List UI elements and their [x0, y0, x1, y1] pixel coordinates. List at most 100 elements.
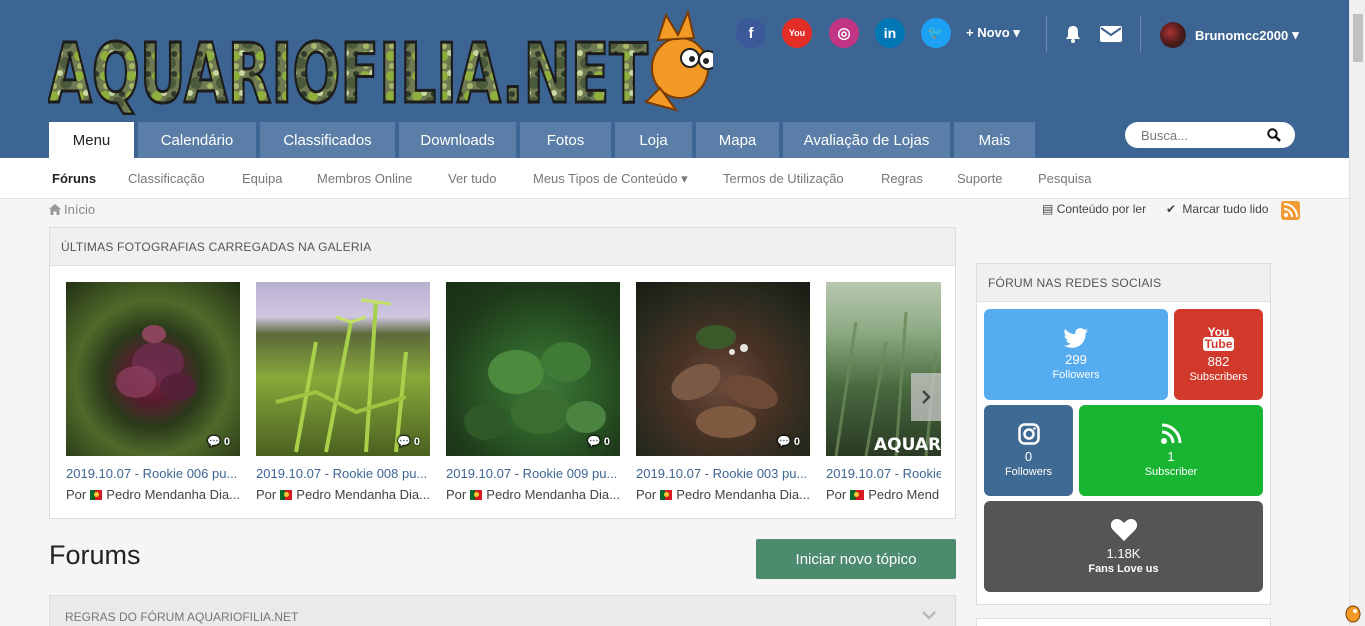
- portugal-flag-icon: [470, 489, 483, 500]
- gallery-item[interactable]: 💬 0 2019.10.07 - Rookie 006 pu... Por Ped…: [66, 282, 240, 502]
- tab-mais[interactable]: Mais: [954, 122, 1035, 158]
- photo-thumbnail[interactable]: 💬 0: [256, 282, 430, 456]
- subnav-termos[interactable]: Termos de Utilização: [723, 171, 844, 186]
- twitter-icon: [1064, 328, 1088, 348]
- comment-count: 💬 0: [587, 436, 610, 448]
- gallery-widget: ÚLTIMAS FOTOGRAFIAS CARREGADAS NA GALERI…: [49, 227, 956, 519]
- rss-count: 1: [1167, 449, 1175, 464]
- notifications-bell-icon[interactable]: [1063, 24, 1083, 49]
- rss-feed-icon[interactable]: [1281, 201, 1300, 220]
- tab-fotos[interactable]: Fotos: [520, 122, 611, 158]
- twitter-icon[interactable]: 🐦: [921, 18, 951, 48]
- main-nav: Menu Calendário Classificados Downloads …: [49, 122, 1039, 158]
- author-link[interactable]: Pedro Mendanha Dia...: [106, 487, 240, 502]
- unread-content-label: Conteúdo por ler: [1056, 202, 1147, 216]
- tab-downloads[interactable]: Downloads: [399, 122, 516, 158]
- search-icon[interactable]: [1267, 128, 1281, 142]
- subnav-foruns[interactable]: Fóruns: [52, 171, 96, 186]
- check-icon: ✔: [1166, 202, 1177, 216]
- author-link[interactable]: Pedro Mend: [868, 487, 939, 502]
- user-menu[interactable]: Brunomcc2000 ▾: [1160, 22, 1299, 48]
- mark-all-read-label: Marcar tudo lido: [1182, 202, 1269, 216]
- twitter-followers-box[interactable]: 299 Followers: [984, 309, 1168, 400]
- newspaper-icon: ▤: [1042, 202, 1054, 216]
- new-content-button[interactable]: + Novo ▾: [966, 25, 1020, 41]
- tab-mapa[interactable]: Mapa: [696, 122, 779, 158]
- tab-classificados[interactable]: Classificados: [260, 122, 395, 158]
- carousel-next-button[interactable]: [911, 373, 941, 421]
- photo-thumbnail[interactable]: AQUARIO: [826, 282, 941, 456]
- unread-content-link[interactable]: ▤ Conteúdo por ler: [1042, 202, 1146, 216]
- chevron-right-icon: [922, 390, 931, 404]
- start-new-topic-button[interactable]: Iniciar novo tópico: [756, 539, 956, 579]
- author-link[interactable]: Pedro Mendanha Dia...: [486, 487, 620, 502]
- messages-envelope-icon[interactable]: [1100, 26, 1122, 47]
- tab-menu[interactable]: Menu: [49, 122, 134, 158]
- site-logo[interactable]: AQUARIOFILIA.NET: [48, 10, 713, 115]
- caret-down-icon: ▾: [1292, 27, 1299, 42]
- instagram-followers-box[interactable]: 0 Followers: [984, 405, 1073, 496]
- facebook-icon[interactable]: f: [736, 18, 766, 48]
- photo-author: Por Pedro Mendanha Dia...: [256, 487, 430, 502]
- chevron-down-icon[interactable]: [921, 610, 937, 620]
- comment-count: 💬 0: [397, 436, 420, 448]
- subnav-meus-tipos[interactable]: Meus Tipos de Conteúdo ▾: [533, 171, 688, 187]
- photo-title[interactable]: 2019.10.07 - Rookie 003 pu...: [636, 466, 810, 481]
- instagram-label: Followers: [1004, 466, 1053, 478]
- youtube-count: 882: [1207, 354, 1230, 369]
- subnav-classificacao[interactable]: Classificação: [128, 171, 205, 186]
- photo-title[interactable]: 2019.10.07 - Rookie: [826, 466, 941, 481]
- forum-category-rules[interactable]: REGRAS DO FÓRUM AQUARIOFILIA.NET: [49, 595, 956, 626]
- gallery-carousel: 💬 0 2019.10.07 - Rookie 006 pu... Por Ped…: [66, 282, 941, 507]
- twitter-label: Followers: [1052, 369, 1100, 381]
- photo-thumbnail[interactable]: 💬 0: [446, 282, 620, 456]
- subnav-membros-online[interactable]: Membros Online: [317, 171, 412, 186]
- breadcrumb-home[interactable]: Início: [64, 202, 95, 217]
- social-widget-heading: FÓRUM NAS REDES SOCIAIS: [977, 264, 1270, 302]
- photo-title[interactable]: 2019.10.07 - Rookie 009 pu...: [446, 466, 620, 481]
- gallery-item[interactable]: 💬 0 2019.10.07 - Rookie 003 pu... Por Ped…: [636, 282, 810, 502]
- portugal-flag-icon: [660, 489, 673, 500]
- home-icon: [49, 204, 61, 215]
- tab-loja[interactable]: Loja: [615, 122, 692, 158]
- comment-count: 💬 0: [207, 436, 230, 448]
- scrollbar-thumb[interactable]: [1353, 14, 1363, 62]
- comment-count: 💬 0: [777, 436, 800, 448]
- subnav-pesquisa[interactable]: Pesquisa: [1038, 171, 1091, 186]
- photo-title[interactable]: 2019.10.07 - Rookie 006 pu...: [66, 466, 240, 481]
- subnav-ver-tudo[interactable]: Ver tudo: [448, 171, 496, 186]
- header-separator: [1140, 16, 1141, 52]
- linkedin-icon[interactable]: in: [875, 18, 905, 48]
- site-header: AQUARIOFILIA.NET f You ◎ in 🐦 + Novo ▾ B…: [0, 0, 1349, 158]
- tab-calendario[interactable]: Calendário: [138, 122, 256, 158]
- gallery-item[interactable]: 💬 0 2019.10.07 - Rookie 009 pu... Por Ped…: [446, 282, 620, 502]
- subnav-regras[interactable]: Regras: [881, 171, 923, 186]
- author-link[interactable]: Pedro Mendanha Dia...: [296, 487, 430, 502]
- breadcrumb[interactable]: Início: [49, 202, 95, 217]
- rss-subscriber-box[interactable]: 1 Subscriber: [1079, 405, 1263, 496]
- photo-thumbnail[interactable]: 💬 0: [66, 282, 240, 456]
- author-link[interactable]: Pedro Mendanha Dia...: [676, 487, 810, 502]
- mark-all-read-link[interactable]: ✔ Marcar tudo lido: [1166, 202, 1268, 216]
- youtube-subscribers-box[interactable]: You Tube 882 Subscribers: [1174, 309, 1263, 400]
- category-title[interactable]: REGRAS DO FÓRUM AQUARIOFILIA.NET: [65, 610, 298, 624]
- gallery-item[interactable]: 💬 0 2019.10.07 - Rookie 008 pu... Por Ped…: [256, 282, 430, 502]
- tab-avaliacao-de-lojas[interactable]: Avaliação de Lojas: [783, 122, 950, 158]
- user-name: Brunomcc2000: [1195, 27, 1289, 43]
- scrollbar[interactable]: [1349, 0, 1365, 626]
- portugal-flag-icon: [280, 489, 293, 500]
- photo-title[interactable]: 2019.10.07 - Rookie 008 pu...: [256, 466, 430, 481]
- gallery-heading: ÚLTIMAS FOTOGRAFIAS CARREGADAS NA GALERI…: [50, 228, 955, 266]
- fish-mascot-icon: [644, 10, 713, 112]
- subnav-suporte[interactable]: Suporte: [957, 171, 1003, 186]
- photo-watermark: AQUARIO: [874, 435, 941, 455]
- avatar: [1160, 22, 1186, 48]
- photo-thumbnail[interactable]: 💬 0: [636, 282, 810, 456]
- instagram-icon[interactable]: ◎: [829, 18, 859, 48]
- search-input[interactable]: Busca...: [1125, 122, 1295, 148]
- logo-text: AQUARIOFILIA.NET: [48, 27, 648, 115]
- youtube-icon[interactable]: You: [782, 18, 812, 48]
- fans-love-box[interactable]: 1.18K Fans Love us: [984, 501, 1263, 592]
- photo-author: Por Pedro Mendanha Dia...: [636, 487, 810, 502]
- subnav-equipa[interactable]: Equipa: [242, 171, 282, 186]
